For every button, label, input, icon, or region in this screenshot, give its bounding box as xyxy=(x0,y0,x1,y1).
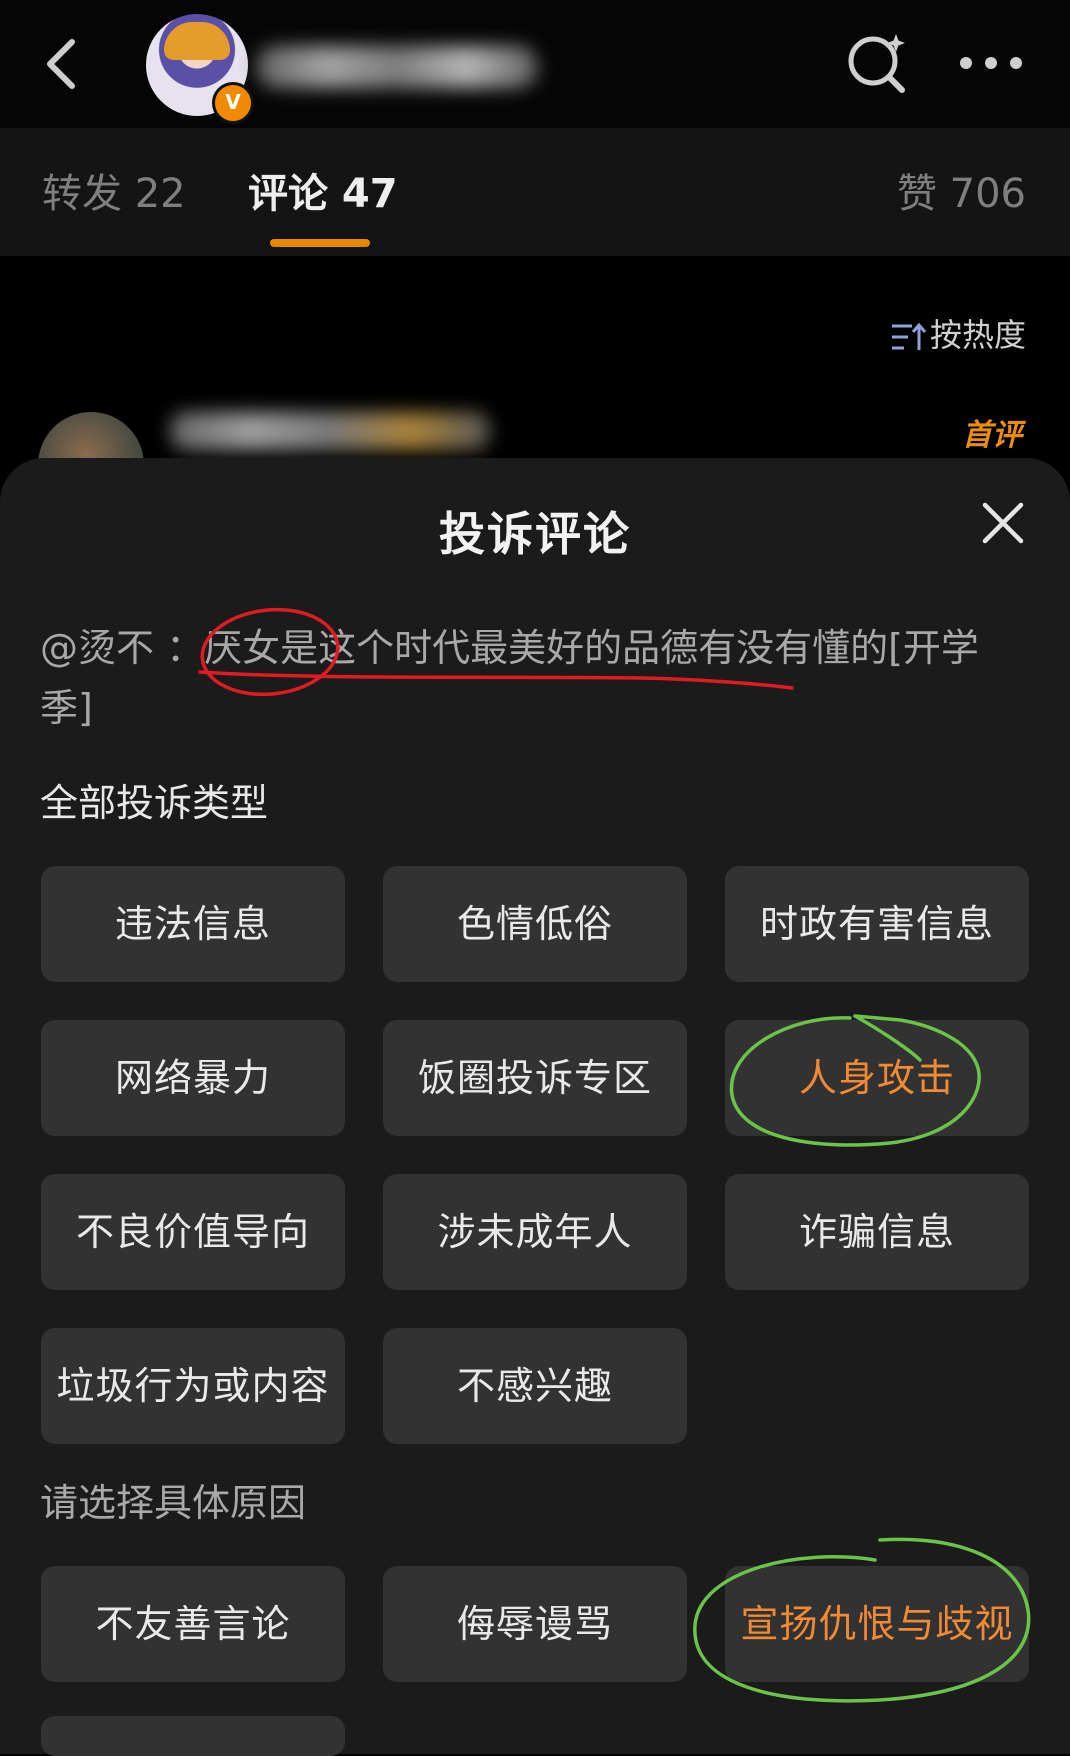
top-bar: V xyxy=(0,0,1070,129)
report-type-cyberbullying[interactable]: 网络暴力 xyxy=(41,1020,345,1136)
report-type-not-interested[interactable]: 不感兴趣 xyxy=(383,1328,687,1444)
specific-reason-label: 请选择具体原因 xyxy=(40,1481,307,1525)
tab-repost[interactable]: 转发 22 xyxy=(42,167,186,221)
reason-option-cutoff[interactable] xyxy=(41,1716,345,1756)
reported-comment-text: @烫不 ：厌女是这个时代最美好的品德有没有懂的[开学季] xyxy=(40,626,979,730)
active-tab-indicator xyxy=(270,239,370,247)
blurred-commenter-name xyxy=(170,412,490,450)
sheet-title: 投诉评论 xyxy=(439,507,631,561)
chevron-left-icon[interactable] xyxy=(38,34,98,94)
sort-icon xyxy=(892,322,926,350)
reason-hate-discrimination[interactable]: 宣扬仇恨与歧视 xyxy=(725,1566,1029,1682)
report-type-personal-attack[interactable]: 人身攻击 xyxy=(725,1020,1029,1136)
report-type-porn[interactable]: 色情低俗 xyxy=(383,866,687,982)
close-icon[interactable] xyxy=(980,500,1026,546)
report-comment-sheet: 投诉评论 @烫不 ：厌女是这个时代最美好的品德有没有懂的[开学季] 全部投诉类型… xyxy=(0,458,1070,1756)
sort-label: 按热度 xyxy=(930,316,1027,354)
verified-badge: V xyxy=(212,82,254,124)
blurred-username xyxy=(256,46,538,88)
sort-by-hot-button[interactable]: 按热度 xyxy=(890,310,1026,354)
report-type-spam[interactable]: 垃圾行为或内容 xyxy=(41,1328,345,1444)
first-comment-badge: 首评 xyxy=(962,418,1022,453)
more-icon[interactable] xyxy=(958,48,1024,78)
tab-comment[interactable]: 评论 47 xyxy=(248,167,398,221)
report-type-bad-values[interactable]: 不良价值导向 xyxy=(41,1174,345,1290)
all-types-label: 全部投诉类型 xyxy=(40,781,269,825)
reason-unfriendly[interactable]: 不友善言论 xyxy=(41,1566,345,1682)
report-type-fandom[interactable]: 饭圈投诉专区 xyxy=(383,1020,687,1136)
tab-bar: 转发 22 评论 47 赞 706 xyxy=(0,128,1070,256)
report-type-minors[interactable]: 涉未成年人 xyxy=(383,1174,687,1290)
report-type-political[interactable]: 时政有害信息 xyxy=(725,866,1029,982)
reason-insult[interactable]: 侮辱谩骂 xyxy=(383,1566,687,1682)
search-icon[interactable] xyxy=(844,30,910,96)
tab-like[interactable]: 赞 706 xyxy=(897,167,1026,221)
report-type-fraud[interactable]: 诈骗信息 xyxy=(725,1174,1029,1290)
report-type-illegal[interactable]: 违法信息 xyxy=(41,866,345,982)
